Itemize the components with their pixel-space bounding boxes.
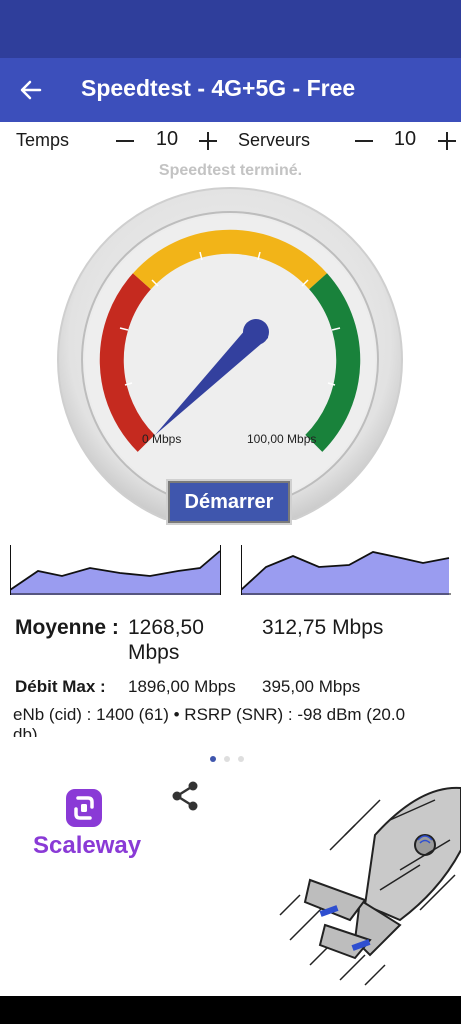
- serveurs-minus-button[interactable]: [350, 124, 378, 166]
- temps-plus-button[interactable]: [194, 124, 222, 166]
- starship-illustration: [279, 786, 461, 986]
- page-dot-1[interactable]: [210, 756, 216, 762]
- start-button[interactable]: Démarrer: [166, 479, 292, 525]
- serveurs-plus-button[interactable]: [433, 124, 461, 166]
- page-dot-3[interactable]: [238, 756, 244, 762]
- debit-max-download-value: 1896,00 Mbps: [128, 677, 236, 696]
- gauge-max-label: 100,00 Mbps: [247, 432, 317, 446]
- moyenne-download-unit: Mbps: [128, 641, 180, 664]
- page-indicator[interactable]: [210, 749, 252, 767]
- cell-info-line-cont: db): [13, 725, 38, 737]
- serveurs-value: 10: [393, 128, 417, 150]
- temps-value: 10: [155, 128, 179, 150]
- arrow-left-icon[interactable]: [18, 77, 44, 103]
- status-bar: [0, 0, 461, 58]
- upload-sparkline: [241, 545, 451, 595]
- share-icon[interactable]: [171, 780, 201, 812]
- cell-info-line: eNb (cid) : 1400 (61) • RSRP (SNR) : -98…: [13, 705, 406, 724]
- app-bar: Speedtest - 4G+5G - Free: [0, 58, 461, 122]
- moyenne-upload-value: 312,75 Mbps: [262, 616, 384, 639]
- system-nav-bar: [0, 996, 461, 1024]
- temps-minus-button[interactable]: [111, 124, 139, 166]
- temps-label: Temps: [16, 130, 70, 150]
- moyenne-download-value: 1268,50: [128, 616, 204, 639]
- download-sparkline: [10, 545, 221, 595]
- serveurs-label: Serveurs: [238, 130, 311, 150]
- moyenne-label: Moyenne :: [15, 616, 119, 639]
- debit-max-label: Débit Max :: [15, 677, 106, 696]
- scaleway-brand[interactable]: Scaleway: [33, 832, 141, 860]
- status-text: Speedtest terminé.: [158, 162, 303, 179]
- gauge-min-label: 0 Mbps: [142, 432, 182, 446]
- page-title: Speedtest - 4G+5G - Free: [81, 75, 356, 101]
- scaleway-logo-icon[interactable]: [64, 787, 104, 829]
- debit-max-upload-value: 395,00 Mbps: [262, 677, 361, 696]
- cell-info: eNb (cid) : 1400 (61) • RSRP (SNR) : -98…: [13, 703, 461, 737]
- speed-gauge: [57, 187, 403, 520]
- page-dot-2[interactable]: [224, 756, 230, 762]
